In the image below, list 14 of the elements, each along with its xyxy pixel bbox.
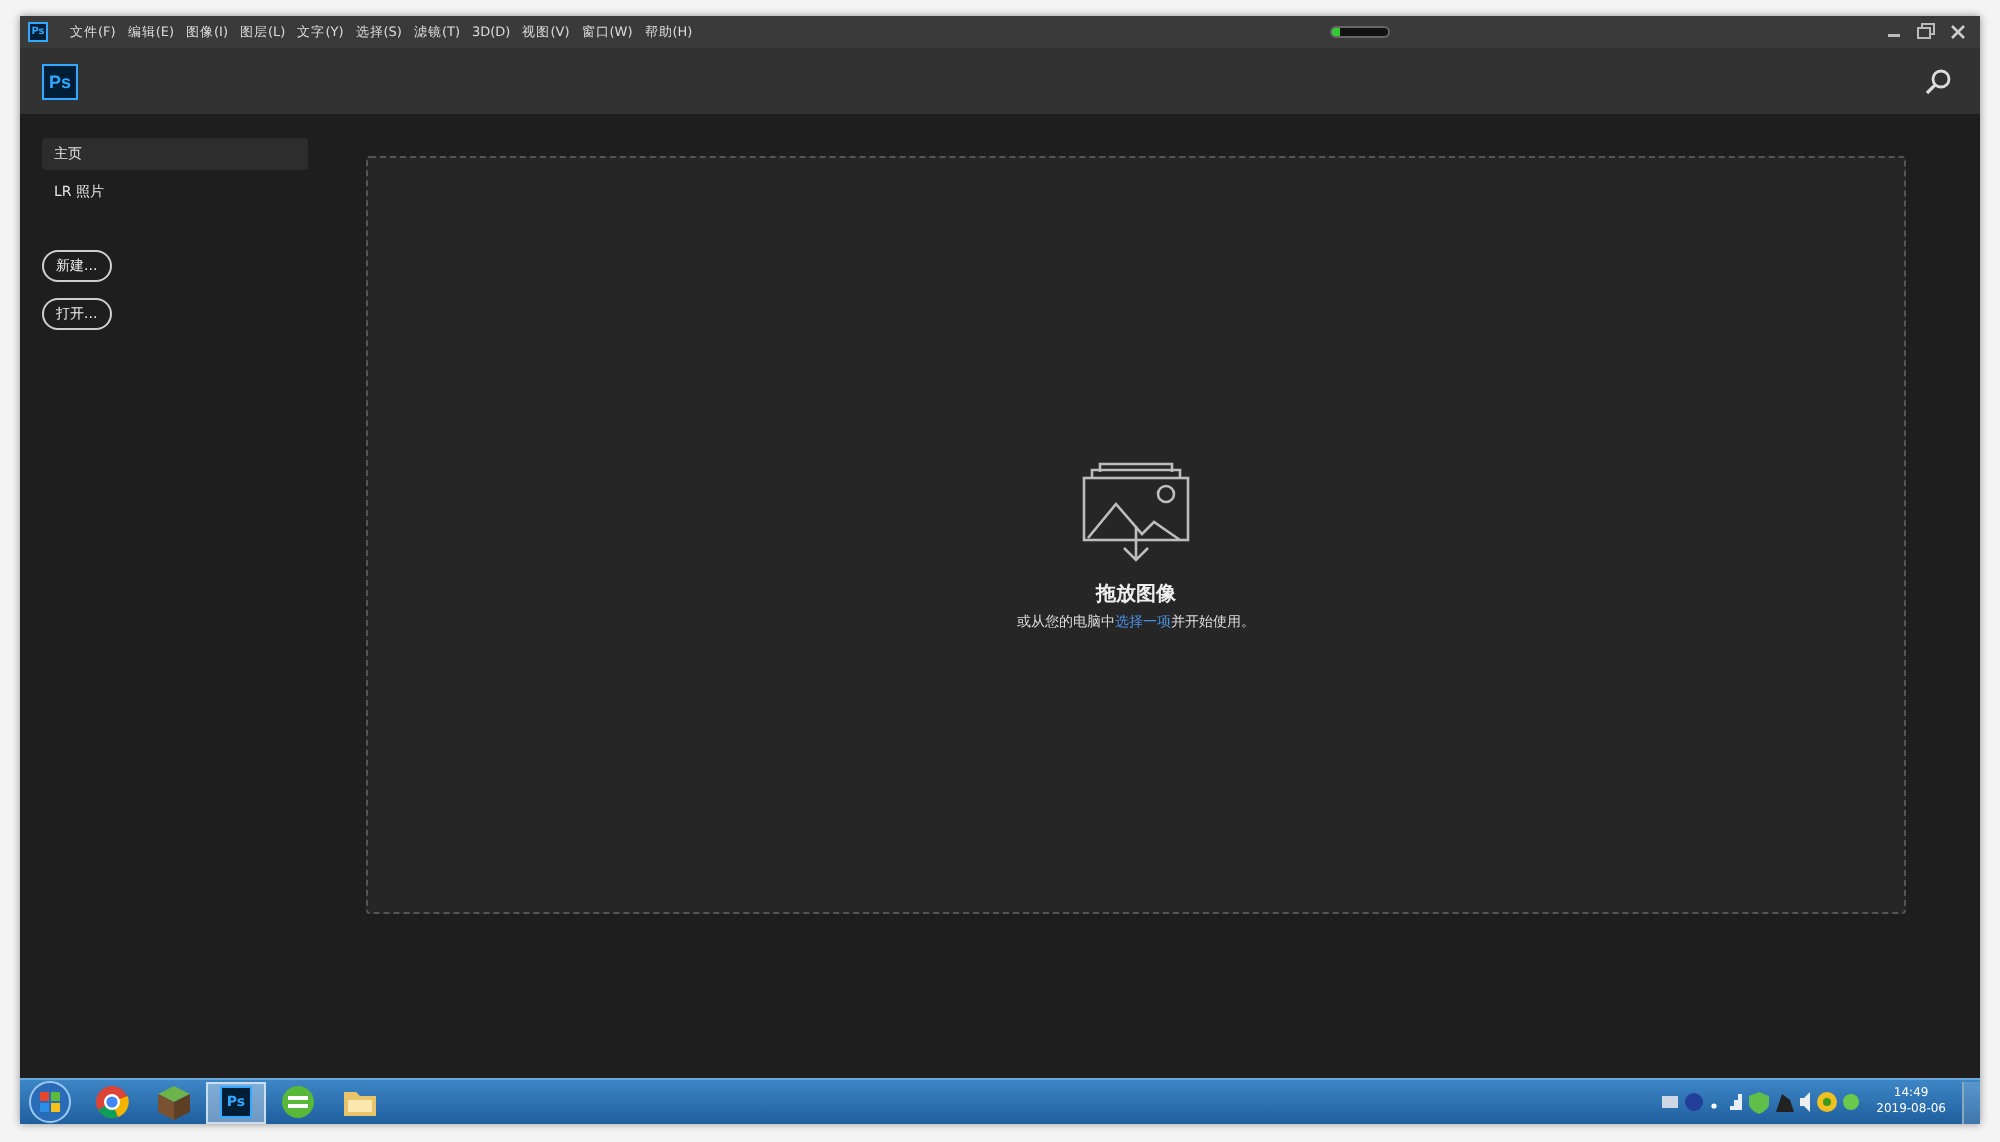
search-icon[interactable] (1924, 67, 1952, 95)
cube-icon (152, 1080, 196, 1124)
drop-title: 拖放图像 (1096, 581, 1176, 608)
signal-icon[interactable] (1724, 1088, 1745, 1116)
shield-icon[interactable] (1748, 1088, 1771, 1116)
circle-icon[interactable] (1842, 1088, 1861, 1116)
windows-logo-icon (28, 1080, 72, 1124)
speaker-icon[interactable] (1798, 1088, 1813, 1116)
round-app-icon (276, 1080, 320, 1124)
image-drop-icon (1082, 460, 1190, 564)
chrome-icon (90, 1080, 134, 1124)
progress-indicator (1329, 26, 1390, 38)
ps-logo: Ps (42, 63, 78, 99)
restore-button[interactable] (1912, 22, 1940, 42)
